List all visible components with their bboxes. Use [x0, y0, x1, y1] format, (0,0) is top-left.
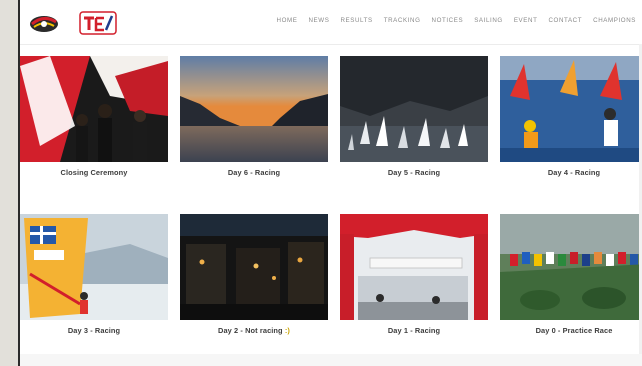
gallery-caption[interactable]: Day 5 - Racing: [340, 168, 488, 177]
caption-smiley: :): [284, 326, 290, 335]
nav-contact[interactable]: Contact: [548, 17, 582, 24]
closing-ceremony-photo[interactable]: [20, 56, 168, 162]
nav-champions[interactable]: Champions: [593, 17, 636, 24]
windsurf-start-photo[interactable]: [500, 56, 642, 162]
windsurf-fleet-photo[interactable]: [340, 56, 488, 162]
nav-tracking[interactable]: Tracking: [384, 17, 421, 24]
gallery-item-day4[interactable]: Day 4 - Racing: [500, 56, 642, 177]
gallery-item-day1[interactable]: Day 1 - Racing: [340, 214, 488, 335]
flags-row-photo[interactable]: [500, 214, 642, 320]
gallery-caption[interactable]: Day 3 - Racing: [20, 326, 168, 335]
next-row-hint: [20, 354, 642, 366]
event-logo-icon[interactable]: [28, 12, 60, 34]
gallery-caption[interactable]: Day 1 - Racing: [340, 326, 488, 335]
site-header: Home News Results Tracking Notices Saili…: [20, 0, 642, 45]
lake-sunset-photo[interactable]: [180, 56, 328, 162]
gallery-caption[interactable]: Day 0 - Practice Race: [500, 326, 642, 335]
class-logo-icon[interactable]: [78, 8, 118, 38]
window-left-edge: [0, 0, 20, 366]
web-page: Home News Results Tracking Notices Saili…: [20, 0, 642, 366]
night-town-photo[interactable]: [180, 214, 328, 320]
gallery-item-day6[interactable]: Day 6 - Racing: [180, 56, 328, 177]
gallery-caption[interactable]: Day 4 - Racing: [500, 168, 642, 177]
nav-results[interactable]: Results: [340, 17, 372, 24]
nav-event[interactable]: Event: [514, 17, 538, 24]
nav-notices[interactable]: Notices: [432, 17, 464, 24]
main-nav: Home News Results Tracking Notices Saili…: [266, 17, 637, 24]
event-gate-photo[interactable]: [340, 214, 488, 320]
gallery-caption[interactable]: Day 2 - Not racing :): [180, 326, 328, 335]
gallery-item-day5[interactable]: Day 5 - Racing: [340, 56, 488, 177]
nav-home[interactable]: Home: [277, 17, 298, 24]
caption-text: Day 2 - Not racing: [218, 326, 285, 335]
gallery-item-day2[interactable]: Day 2 - Not racing :): [180, 214, 328, 335]
greek-windsurfer-photo[interactable]: [20, 214, 168, 320]
gallery-item-day3[interactable]: Day 3 - Racing: [20, 214, 168, 335]
gallery-item-closing-ceremony[interactable]: Closing Ceremony: [20, 56, 168, 177]
gallery-caption[interactable]: Closing Ceremony: [20, 168, 168, 177]
nav-news[interactable]: News: [308, 17, 329, 24]
gallery-caption[interactable]: Day 6 - Racing: [180, 168, 328, 177]
gallery-item-day0[interactable]: Day 0 - Practice Race: [500, 214, 642, 335]
nav-sailing[interactable]: Sailing: [474, 17, 503, 24]
